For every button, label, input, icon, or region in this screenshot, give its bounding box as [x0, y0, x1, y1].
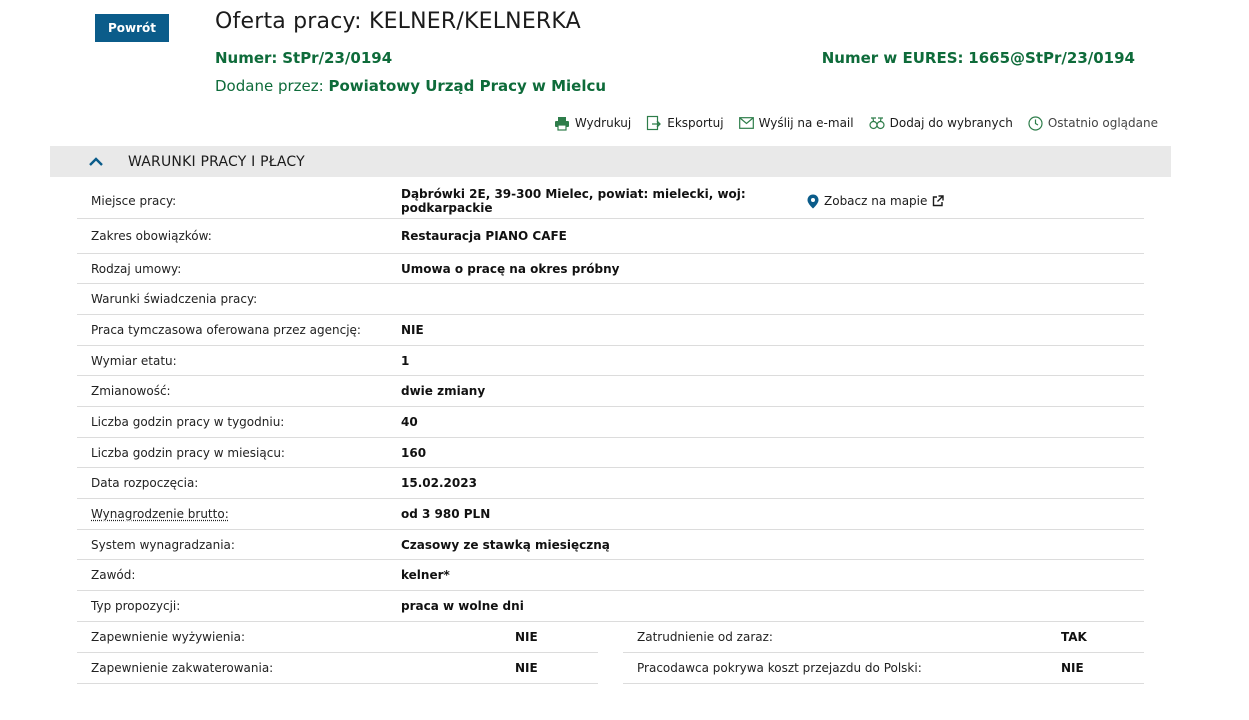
- email-button[interactable]: Wyślij na e-mail: [738, 115, 854, 131]
- table-row: Typ propozycji: praca w wolne dni: [77, 591, 1144, 622]
- row-label: Typ propozycji:: [91, 599, 181, 613]
- offer-number-value: StPr/23/0194: [282, 49, 393, 67]
- map-link[interactable]: Zobacz na mapie: [807, 194, 945, 209]
- added-by-label: Dodane przez:: [215, 77, 324, 95]
- table-row: Wymiar etatu: 1: [77, 346, 1144, 376]
- favorites-button[interactable]: Dodaj do wybranych: [869, 115, 1013, 131]
- row-value: NIE: [515, 630, 538, 644]
- row-value: Dąbrówki 2E, 39-300 Mielec, powiat: miel…: [401, 187, 746, 215]
- row-value: 1: [401, 353, 410, 368]
- row-value: od 3 980 PLN: [401, 507, 491, 521]
- map-pin-icon: [807, 194, 819, 208]
- envelope-icon: [738, 117, 754, 129]
- row-value: NIE: [515, 661, 538, 675]
- offer-number-label: Numer:: [215, 49, 278, 67]
- row-label: Praca tymczasowa oferowana przez agencję…: [91, 323, 361, 337]
- added-by-value: Powiatowy Urząd Pracy w Mielcu: [328, 77, 607, 95]
- row-label: System wynagradzania:: [91, 537, 235, 552]
- table-row: Zakres obowiązków: Restauracja PIANO CAF…: [77, 219, 1144, 254]
- row-label: Liczba godzin pracy w tygodniu:: [91, 415, 285, 429]
- section-header[interactable]: WARUNKI PRACY I PŁACY: [50, 146, 1171, 177]
- recent-label: Ostatnio oglądane: [1047, 116, 1158, 130]
- row-label: Wynagrodzenie brutto:: [77, 507, 401, 521]
- left-column: Zapewnienie wyżywienia: NIE Zapewnienie …: [77, 622, 598, 684]
- favorites-icon: [869, 117, 885, 130]
- row-value: dwie zmiany: [401, 384, 486, 398]
- row-label: Wymiar etatu:: [91, 353, 177, 368]
- details-table: Miejsce pracy: Dąbrówki 2E, 39-300 Miele…: [77, 184, 1144, 684]
- table-row: Zmianowość: dwie zmiany: [77, 376, 1144, 407]
- table-row: Zawód: kelner*: [77, 560, 1144, 591]
- row-value: NIE: [401, 323, 424, 337]
- table-row: Zapewnienie wyżywienia: NIE: [77, 622, 598, 653]
- row-label: Data rozpoczęcia:: [91, 476, 199, 490]
- offer-number: Numer: StPr/23/0194: [215, 49, 392, 67]
- row-value: praca w wolne dni: [401, 599, 524, 613]
- row-label: Liczba godzin pracy w miesiącu:: [91, 445, 285, 460]
- map-link-label: Zobacz na mapie: [824, 194, 928, 208]
- right-column: Zatrudnienie od zaraz: TAK Pracodawca po…: [623, 622, 1144, 684]
- clock-icon: [1028, 115, 1043, 131]
- table-row: Warunki świadczenia pracy:: [77, 284, 1144, 315]
- table-row: Liczba godzin pracy w miesiącu: 160: [77, 438, 1144, 468]
- added-by: Dodane przez: Powiatowy Urząd Pracy w Mi…: [215, 77, 606, 95]
- table-row: Zapewnienie zakwaterowania: NIE: [77, 653, 598, 684]
- print-button[interactable]: Wydrukuj: [554, 115, 631, 131]
- table-row: System wynagradzania: Czasowy ze stawką …: [77, 530, 1144, 560]
- row-label: Zawód:: [91, 568, 136, 582]
- table-row: Liczba godzin pracy w tygodniu: 40: [77, 407, 1144, 438]
- row-label: Zapewnienie wyżywienia:: [91, 630, 246, 644]
- external-link-icon: [933, 195, 945, 207]
- row-label: Zakres obowiązków:: [91, 229, 212, 243]
- row-label: Warunki świadczenia pracy:: [91, 292, 258, 306]
- table-row: Zatrudnienie od zaraz: TAK: [623, 622, 1144, 653]
- export-icon: [647, 115, 662, 131]
- action-toolbar: Wydrukuj Eksportuj Wyślij na e-mail Doda…: [554, 115, 1158, 131]
- section-title: WARUNKI PRACY I PŁACY: [128, 153, 305, 170]
- print-label: Wydrukuj: [574, 116, 632, 130]
- row-value: NIE: [1061, 661, 1084, 675]
- row-value: TAK: [1061, 630, 1087, 644]
- printer-icon: [554, 116, 569, 131]
- table-row: Miejsce pracy: Dąbrówki 2E, 39-300 Miele…: [77, 184, 1144, 219]
- back-button[interactable]: Powrót: [95, 14, 169, 42]
- row-label: Zatrudnienie od zaraz:: [637, 630, 773, 644]
- row-value: Restauracja PIANO CAFE: [401, 229, 567, 243]
- table-row: Rodzaj umowy: Umowa o pracę na okres pró…: [77, 254, 1144, 284]
- row-label: Zmianowość:: [91, 384, 171, 398]
- page-title: Oferta pracy: KELNER/KELNERKA: [215, 9, 581, 34]
- export-label: Eksportuj: [667, 116, 724, 130]
- row-value: Czasowy ze stawką miesięczną: [401, 537, 610, 552]
- email-label: Wyślij na e-mail: [758, 116, 854, 130]
- table-row: Wynagrodzenie brutto: od 3 980 PLN: [77, 499, 1144, 530]
- eures-number: Numer w EURES: 1665@StPr/23/0194: [822, 49, 1135, 67]
- row-label: Zapewnienie zakwaterowania:: [91, 661, 274, 675]
- eures-number-value: 1665@StPr/23/0194: [968, 49, 1135, 67]
- eures-number-label: Numer w EURES:: [821, 49, 964, 67]
- favorites-label: Dodaj do wybranych: [889, 116, 1013, 130]
- recent-button[interactable]: Ostatnio oglądane: [1028, 115, 1158, 131]
- table-row: Praca tymczasowa oferowana przez agencję…: [77, 315, 1144, 346]
- paired-rows: Zapewnienie wyżywienia: NIE Zapewnienie …: [77, 622, 1144, 684]
- row-value: Umowa o pracę na okres próbny: [401, 261, 620, 276]
- table-row: Pracodawca pokrywa koszt przejazdu do Po…: [623, 653, 1144, 684]
- row-label: Pracodawca pokrywa koszt przejazdu do Po…: [637, 661, 922, 675]
- salary-label-tooltip[interactable]: Wynagrodzenie brutto:: [91, 507, 229, 521]
- table-row: Data rozpoczęcia: 15.02.2023: [77, 468, 1144, 499]
- row-value: 15.02.2023: [401, 476, 477, 490]
- row-value: 40: [401, 415, 418, 429]
- chevron-up-icon[interactable]: [88, 154, 104, 170]
- row-value: kelner*: [401, 568, 450, 582]
- row-label: Miejsce pracy:: [91, 194, 177, 208]
- row-label: Rodzaj umowy:: [91, 261, 182, 276]
- export-button[interactable]: Eksportuj: [646, 115, 724, 131]
- row-value: 160: [401, 445, 427, 460]
